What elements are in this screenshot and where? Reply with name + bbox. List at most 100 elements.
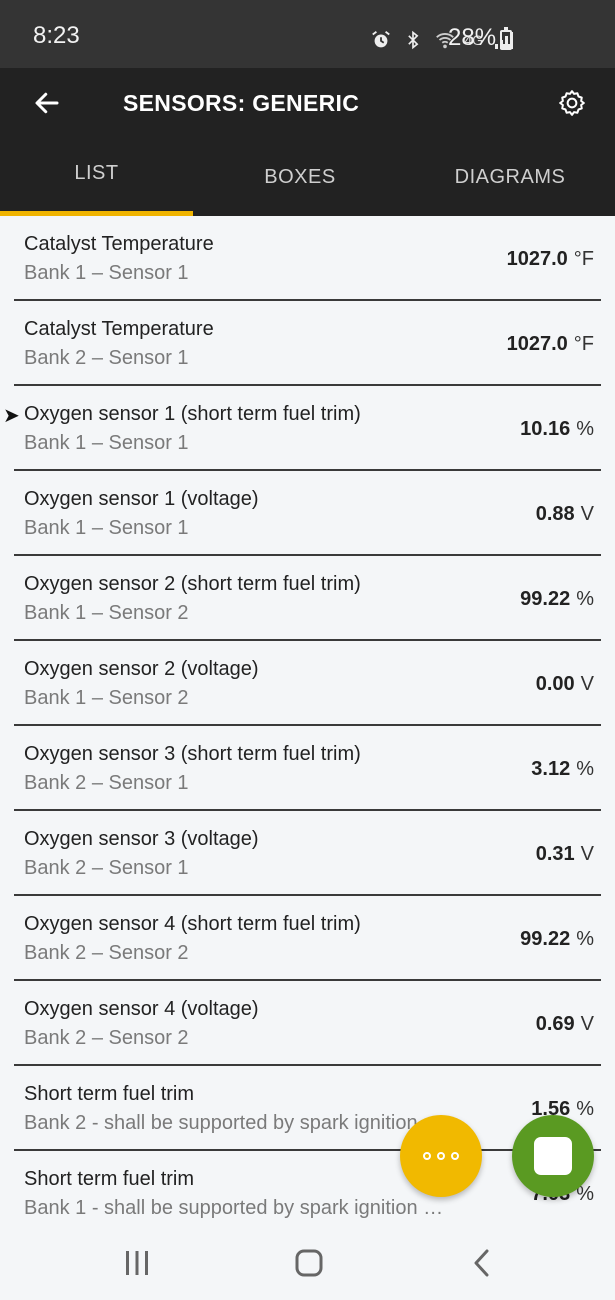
home-button[interactable]: [279, 1238, 339, 1288]
recents-icon: [126, 1251, 148, 1275]
sensor-subtitle: Bank 2 – Sensor 1: [24, 772, 189, 794]
sensor-value: 0.31: [535, 843, 575, 865]
sensor-value: 0.69: [535, 1013, 575, 1035]
sensor-unit: %: [576, 418, 594, 440]
sensor-unit: °F: [573, 248, 594, 270]
list-item[interactable]: ➤ Oxygen sensor 1 (short term fuel trim)…: [0, 386, 615, 471]
sensor-list[interactable]: Catalyst Temperature Bank 1 – Sensor 1 1…: [0, 216, 615, 1226]
sensor-value: 1027.0: [506, 333, 568, 355]
sensor-value: 99.22: [520, 928, 571, 950]
sensor-subtitle: Bank 1 - shall be supported by spark ign…: [24, 1197, 444, 1219]
sensor-name: Oxygen sensor 4 (voltage): [24, 998, 259, 1020]
sensor-unit: %: [576, 1098, 594, 1120]
sensor-unit: %: [576, 928, 594, 950]
sensor-subtitle: Bank 2 – Sensor 1: [24, 857, 189, 879]
sensor-name: Short term fuel trim: [24, 1168, 195, 1190]
sensor-name: Oxygen sensor 2 (short term fuel trim): [24, 573, 361, 595]
battery-fill: [502, 43, 510, 48]
tab-label: LIST: [74, 161, 119, 184]
recents-button[interactable]: [107, 1238, 167, 1288]
bluetooth-icon: [400, 27, 426, 53]
arrow-marker-icon: ➤: [3, 405, 20, 427]
sensor-value: 0.00: [535, 673, 575, 695]
sensor-reading: 0.31 V: [536, 843, 594, 866]
sensor-value: 1027.0: [506, 248, 568, 270]
sensor-value: 3.12: [531, 758, 571, 780]
page-title: SENSORS: GENERIC: [123, 90, 360, 116]
tab-bar: LIST BOXES DIAGRAMS: [0, 138, 615, 216]
list-item[interactable]: Oxygen sensor 4 (short term fuel trim) B…: [0, 896, 615, 981]
more-horizontal-icon: [423, 1152, 431, 1160]
list-item[interactable]: Oxygen sensor 2 (short term fuel trim) B…: [0, 556, 615, 641]
list-item[interactable]: Oxygen sensor 2 (voltage) Bank 1 – Senso…: [0, 641, 615, 726]
sensor-value: 0.88: [535, 503, 575, 525]
list-item[interactable]: Oxygen sensor 4 (voltage) Bank 2 – Senso…: [0, 981, 615, 1066]
list-item[interactable]: Catalyst Temperature Bank 2 – Sensor 1 1…: [0, 301, 615, 386]
sensor-reading: 99.22%: [520, 588, 594, 611]
sensor-unit: V: [580, 673, 594, 695]
sensor-subtitle: Bank 2 - shall be supported by spark ign…: [24, 1112, 418, 1134]
list-item[interactable]: Catalyst Temperature Bank 1 – Sensor 1 1…: [0, 216, 615, 301]
sensor-reading: 1027.0 °F: [507, 333, 594, 356]
sensor-name: Oxygen sensor 3 (short term fuel trim): [24, 743, 361, 765]
battery-percent: 28%: [448, 24, 497, 51]
alarm-icon: [368, 27, 394, 53]
tab-diagrams[interactable]: DIAGRAMS: [410, 138, 610, 216]
status-time: 8:23: [33, 22, 80, 49]
sensor-reading: 10.16%: [520, 418, 594, 441]
more-options-button[interactable]: [400, 1115, 482, 1197]
sensor-subtitle: Bank 1 – Sensor 2: [24, 687, 189, 709]
sensor-subtitle: Bank 1 – Sensor 2: [24, 602, 189, 624]
sensor-name: Oxygen sensor 4 (short term fuel trim): [24, 913, 361, 935]
sensor-name: Oxygen sensor 1 (short term fuel trim): [24, 403, 361, 425]
sensor-reading: 99.22%: [520, 928, 594, 951]
sensor-name: Oxygen sensor 1 (voltage): [24, 488, 259, 510]
system-nav-bar: [0, 1226, 615, 1300]
app-bar: SENSORS: GENERIC: [0, 68, 615, 138]
chevron-left-icon: [474, 1249, 489, 1277]
more-horizontal-icon: [451, 1152, 459, 1160]
sensor-reading: 1027.0 °F: [507, 248, 594, 271]
sensor-reading: 0.69 V: [536, 1013, 594, 1036]
sensor-value: 99.22: [520, 588, 571, 610]
sensor-unit: %: [576, 758, 594, 780]
list-item[interactable]: Oxygen sensor 3 (short term fuel trim) B…: [0, 726, 615, 811]
tab-label: BOXES: [264, 165, 336, 188]
sensor-reading: 3.12%: [531, 758, 594, 781]
nav-back-button[interactable]: [452, 1238, 512, 1288]
sensor-name: Oxygen sensor 3 (voltage): [24, 828, 259, 850]
sensor-subtitle: Bank 1 – Sensor 1: [24, 432, 189, 454]
sensor-subtitle: Bank 1 – Sensor 1: [24, 262, 189, 284]
sensor-unit: V: [580, 1013, 594, 1035]
tab-label: DIAGRAMS: [454, 165, 566, 188]
settings-button[interactable]: [551, 82, 593, 124]
arrow-back-icon: [35, 92, 59, 114]
tab-boxes[interactable]: BOXES: [205, 138, 395, 216]
sensor-subtitle: Bank 2 – Sensor 2: [24, 1027, 189, 1049]
sensor-name: Oxygen sensor 2 (voltage): [24, 658, 259, 680]
more-horizontal-icon: [437, 1152, 445, 1160]
home-icon: [295, 1249, 323, 1277]
tab-list[interactable]: LIST: [0, 138, 193, 216]
sensor-reading: 0.88 V: [536, 503, 594, 526]
sensor-subtitle: Bank 1 – Sensor 1: [24, 517, 189, 539]
back-button[interactable]: [26, 82, 68, 124]
sensor-unit: V: [580, 843, 594, 865]
list-item[interactable]: Oxygen sensor 1 (voltage) Bank 1 – Senso…: [0, 471, 615, 556]
sensor-subtitle: Bank 2 – Sensor 1: [24, 347, 189, 369]
sensor-subtitle: Bank 2 – Sensor 2: [24, 942, 189, 964]
sensor-unit: V: [580, 503, 594, 525]
stop-square-icon: [534, 1137, 572, 1175]
gear-icon: [559, 90, 585, 116]
status-bar: 8:23 4G 28%: [0, 0, 615, 68]
battery-icon: [500, 27, 512, 50]
sensor-unit: °F: [573, 333, 594, 355]
sensor-unit: %: [576, 588, 594, 610]
sensor-name: Catalyst Temperature: [24, 233, 214, 255]
sensor-name: Catalyst Temperature: [24, 318, 214, 340]
sensor-name: Short term fuel trim: [24, 1083, 195, 1105]
list-item[interactable]: Oxygen sensor 3 (voltage) Bank 2 – Senso…: [0, 811, 615, 896]
sensor-value: 10.16: [520, 418, 571, 440]
sensor-reading: 0.00 V: [536, 673, 594, 696]
stop-button[interactable]: [512, 1115, 594, 1197]
